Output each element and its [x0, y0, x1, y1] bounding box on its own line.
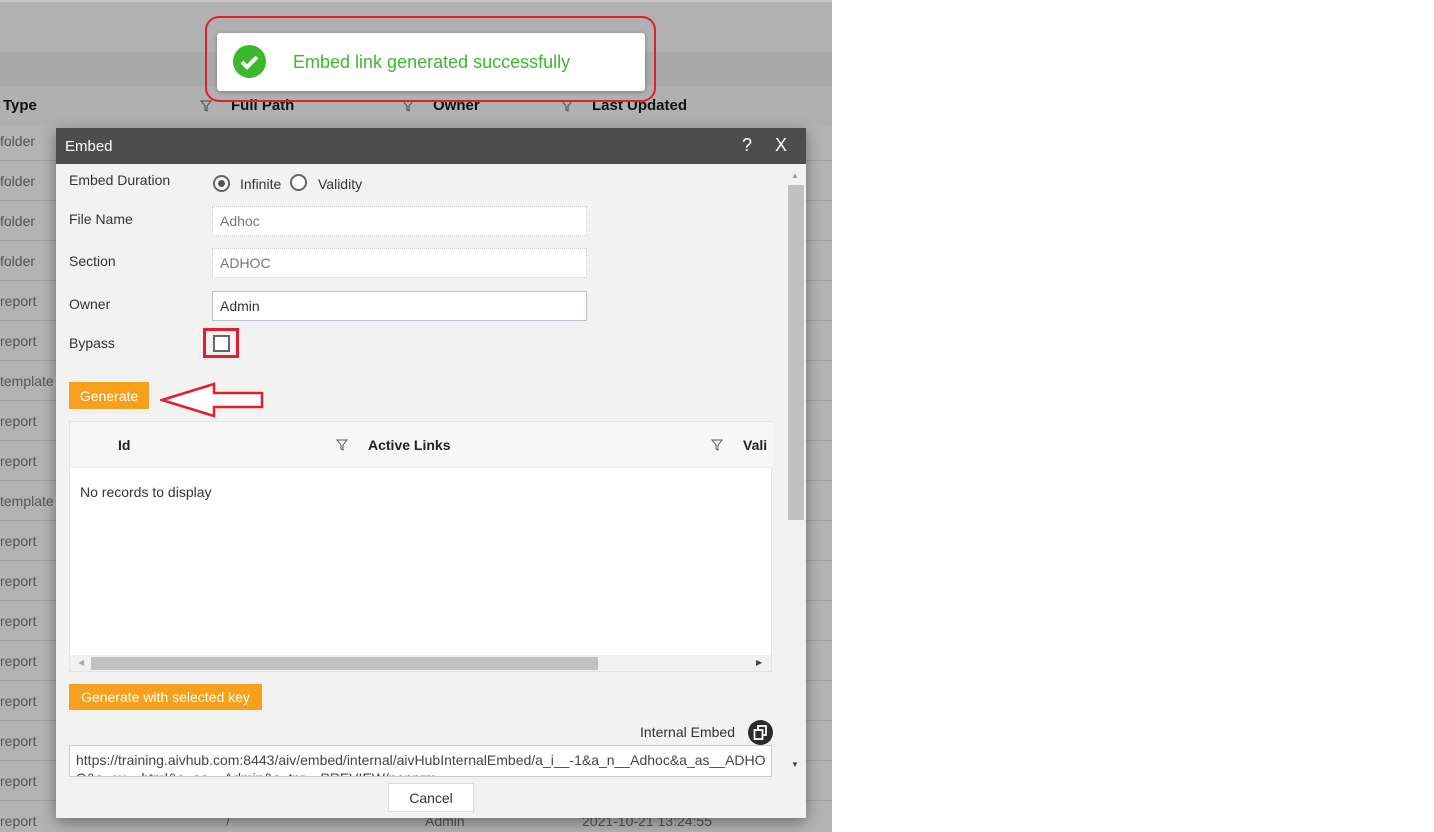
- radio-infinite-label[interactable]: Infinite: [240, 176, 281, 192]
- col-active-links[interactable]: Active Links: [368, 437, 450, 453]
- row-type: report: [0, 613, 37, 629]
- filter-icon[interactable]: [711, 439, 723, 451]
- copy-icon[interactable]: [748, 720, 773, 745]
- internal-embed-label: Internal Embed: [640, 724, 735, 740]
- help-button[interactable]: ?: [742, 135, 752, 156]
- dialog-header: Embed ? X: [56, 128, 806, 164]
- file-name-label: File Name: [69, 211, 133, 227]
- row-type: template: [0, 493, 54, 509]
- toast-message: Embed link generated successfully: [293, 52, 571, 72]
- col-validity[interactable]: Vali: [743, 437, 767, 453]
- section-field[interactable]: ADHOC: [212, 248, 587, 278]
- scroll-right-icon[interactable]: ▶: [756, 658, 762, 667]
- close-button[interactable]: X: [775, 135, 787, 156]
- scroll-down-icon[interactable]: ▼: [791, 760, 799, 769]
- row-type: report: [0, 693, 37, 709]
- row-type: report: [0, 773, 37, 789]
- row-type: report: [0, 333, 37, 349]
- bypass-label: Bypass: [69, 335, 115, 351]
- col-id[interactable]: Id: [118, 437, 130, 453]
- generate-with-key-button[interactable]: Generate with selected key: [69, 684, 262, 710]
- embed-duration-label: Embed Duration: [69, 172, 171, 188]
- vertical-scrollbar[interactable]: ▲ ▼: [787, 170, 805, 770]
- scroll-up-icon[interactable]: ▲: [791, 171, 799, 180]
- owner-label: Owner: [69, 296, 111, 312]
- row-type: folder: [0, 173, 36, 189]
- owner-field[interactable]: Admin: [212, 291, 587, 321]
- scroll-thumb[interactable]: [788, 185, 804, 520]
- radio-infinite[interactable]: [213, 175, 230, 192]
- active-links-grid: Id Active Links Vali No records to displ…: [69, 421, 773, 672]
- success-toast: Embed link generated successfully: [217, 33, 645, 91]
- empty-message: No records to display: [80, 484, 212, 500]
- section-label: Section: [69, 253, 116, 269]
- row-type: folder: [0, 213, 36, 229]
- row-type: report: [0, 813, 37, 829]
- url-text: https://training.aivhub.com:8443/aiv/emb…: [76, 752, 766, 776]
- radio-validity[interactable]: [290, 174, 307, 191]
- row-type: report: [0, 653, 37, 669]
- row-type: report: [0, 293, 37, 309]
- radio-validity-label[interactable]: Validity: [318, 176, 362, 192]
- row-type: folder: [0, 133, 36, 149]
- row-type: template: [0, 373, 54, 389]
- row-type: report: [0, 573, 37, 589]
- col-type[interactable]: Type: [3, 97, 37, 114]
- generate-button[interactable]: Generate: [69, 382, 149, 409]
- arrow-annotation: [160, 382, 264, 418]
- row-type: report: [0, 733, 37, 749]
- filter-icon[interactable]: [200, 100, 212, 112]
- file-name-field[interactable]: Adhoc: [212, 206, 587, 236]
- internal-embed-url-field[interactable]: https://training.aivhub.com:8443/aiv/emb…: [69, 745, 772, 777]
- row-type: folder: [0, 253, 36, 269]
- filter-icon[interactable]: [336, 439, 348, 451]
- horizontal-scrollbar[interactable]: ◀ ▶: [70, 655, 771, 671]
- row-type: report: [0, 413, 37, 429]
- scroll-left-icon[interactable]: ◀: [78, 658, 84, 667]
- cancel-button[interactable]: Cancel: [388, 783, 474, 812]
- embed-dialog: Embed ? X Embed Duration Infinite Validi…: [56, 128, 806, 818]
- check-circle-icon: [233, 45, 266, 78]
- row-type: report: [0, 533, 37, 549]
- bypass-checkbox[interactable]: [213, 335, 230, 352]
- row-type: report: [0, 453, 37, 469]
- grid-header: Id Active Links Vali: [70, 422, 773, 468]
- dialog-title: Embed: [65, 138, 113, 155]
- scroll-thumb[interactable]: [91, 657, 598, 670]
